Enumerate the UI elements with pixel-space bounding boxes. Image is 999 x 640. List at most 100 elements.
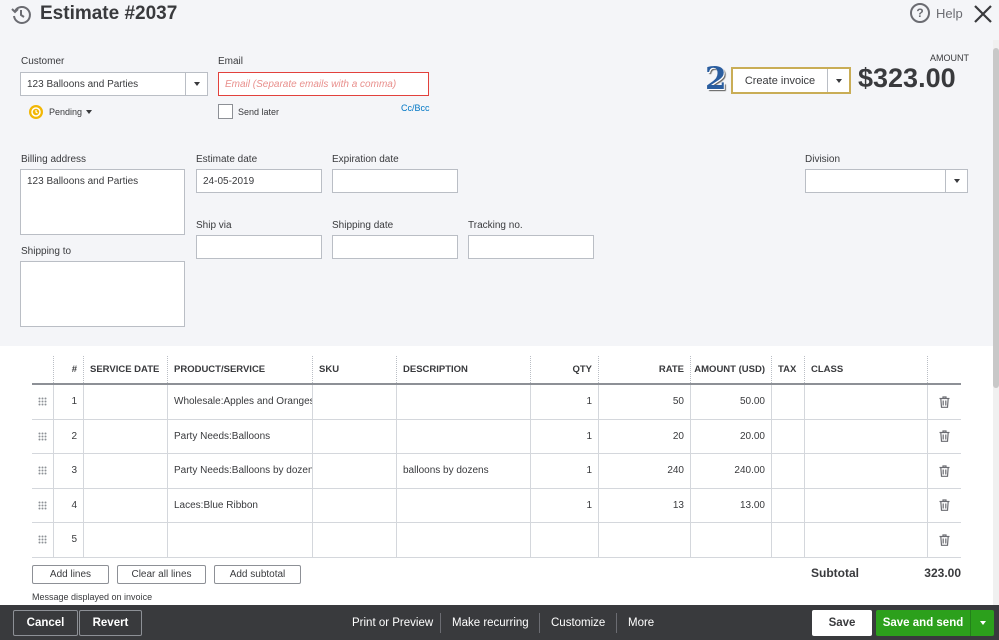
expiration-date-input[interactable] <box>332 169 458 193</box>
drag-handle-icon[interactable] <box>32 385 54 419</box>
cell-class[interactable] <box>805 523 928 557</box>
add-subtotal-button[interactable]: Add subtotal <box>214 565 301 584</box>
cell-description[interactable] <box>397 385 531 419</box>
cell-class[interactable] <box>805 419 928 453</box>
cell-sku[interactable] <box>313 523 397 557</box>
save-options-dropdown[interactable] <box>970 610 994 636</box>
cell-product[interactable]: Party Needs:Balloons <box>168 419 313 453</box>
cell-qty[interactable]: 1 <box>531 454 599 488</box>
cell-description[interactable]: balloons by dozens <box>397 454 531 488</box>
add-lines-button[interactable]: Add lines <box>32 565 109 584</box>
cell-class[interactable] <box>805 488 928 522</box>
drag-handle-icon[interactable] <box>32 523 54 557</box>
cell-product[interactable]: Party Needs:Balloons by dozens <box>168 454 313 488</box>
estimate-date-input[interactable]: 24-05-2019 <box>196 169 322 193</box>
cell-sku[interactable] <box>313 419 397 453</box>
cell-class[interactable] <box>805 385 928 419</box>
cell-tax[interactable] <box>772 419 805 453</box>
delete-line-icon[interactable] <box>928 523 961 557</box>
cancel-button[interactable]: Cancel <box>13 610 78 636</box>
cell-amount[interactable]: 20.00 <box>691 419 772 453</box>
cell-service-date[interactable] <box>84 385 168 419</box>
cell-class[interactable] <box>805 454 928 488</box>
cell-product[interactable]: Laces:Blue Ribbon <box>168 488 313 522</box>
footer-toolbar: Cancel Revert Print or Preview Make recu… <box>0 605 999 640</box>
more-link[interactable]: More <box>628 610 654 636</box>
help-icon: ? <box>910 3 930 23</box>
ccbcc-link[interactable]: Cc/Bcc <box>401 103 430 113</box>
cell-rate[interactable]: 240 <box>599 454 691 488</box>
cell-tax[interactable] <box>772 385 805 419</box>
chevron-down-icon[interactable] <box>945 170 967 192</box>
customer-select[interactable]: 123 Balloons and Parties <box>20 72 208 96</box>
save-and-send-button[interactable]: Save and send <box>876 610 970 636</box>
delete-line-icon[interactable] <box>928 489 961 523</box>
cell-amount[interactable]: 240.00 <box>691 454 772 488</box>
cell-qty[interactable]: 1 <box>531 419 599 453</box>
tracking-no-input[interactable] <box>468 235 594 259</box>
pending-status-icon <box>29 105 43 119</box>
billing-address-input[interactable]: 123 Balloons and Parties <box>20 169 185 235</box>
shipping-to-label: Shipping to <box>21 246 72 257</box>
ship-via-input[interactable] <box>196 235 322 259</box>
cell-description[interactable] <box>397 488 531 522</box>
cell-tax[interactable] <box>772 488 805 522</box>
cell-amount[interactable]: 50.00 <box>691 385 772 419</box>
cell-sku[interactable] <box>313 488 397 522</box>
save-button[interactable]: Save <box>812 610 872 636</box>
cell-qty[interactable] <box>531 523 599 557</box>
cell-product[interactable]: Wholesale:Apples and Oranges <box>168 385 313 419</box>
division-select[interactable] <box>805 169 968 193</box>
table-row[interactable]: 2 Party Needs:Balloons 1 20 20.00 <box>32 419 961 454</box>
delete-line-icon[interactable] <box>928 454 961 488</box>
page-title: Estimate #2037 <box>40 3 178 24</box>
cell-description[interactable] <box>397 523 531 557</box>
send-later-checkbox[interactable] <box>218 104 233 119</box>
cell-service-date[interactable] <box>84 419 168 453</box>
close-icon[interactable] <box>972 3 994 25</box>
drag-handle-icon[interactable] <box>32 488 54 522</box>
cell-rate[interactable]: 50 <box>599 385 691 419</box>
print-preview-link[interactable]: Print or Preview <box>352 610 433 636</box>
revert-button[interactable]: Revert <box>79 610 142 636</box>
table-row[interactable]: 4 Laces:Blue Ribbon 1 13 13.00 <box>32 488 961 523</box>
scrollbar[interactable] <box>993 40 999 605</box>
delete-line-icon[interactable] <box>928 385 961 419</box>
make-recurring-link[interactable]: Make recurring <box>452 610 529 636</box>
cell-sku[interactable] <box>313 454 397 488</box>
cell-amount[interactable]: 13.00 <box>691 488 772 522</box>
cell-rate[interactable] <box>599 523 691 557</box>
chevron-down-icon[interactable] <box>185 73 207 95</box>
create-invoice-button[interactable]: Create invoice <box>731 67 851 94</box>
cell-qty[interactable]: 1 <box>531 488 599 522</box>
help-button[interactable]: ? Help <box>910 3 963 23</box>
drag-handle-icon[interactable] <box>32 419 54 453</box>
cell-rate[interactable]: 20 <box>599 419 691 453</box>
table-row[interactable]: 3 Party Needs:Balloons by dozens balloons … <box>32 454 961 489</box>
customize-link[interactable]: Customize <box>551 610 605 636</box>
cell-sku[interactable] <box>313 385 397 419</box>
drag-handle-icon[interactable] <box>32 454 54 488</box>
cell-description[interactable] <box>397 419 531 453</box>
recent-transactions-icon[interactable] <box>10 4 32 26</box>
header-tax: TAX <box>772 356 805 383</box>
cell-qty[interactable]: 1 <box>531 385 599 419</box>
scrollbar-thumb[interactable] <box>993 48 999 388</box>
clear-all-lines-button[interactable]: Clear all lines <box>117 565 206 584</box>
estimate-status-dropdown[interactable]: Pending <box>28 104 93 120</box>
shipping-date-input[interactable] <box>332 235 458 259</box>
chevron-down-icon[interactable] <box>827 69 849 92</box>
cell-rate[interactable]: 13 <box>599 488 691 522</box>
cell-service-date[interactable] <box>84 523 168 557</box>
email-input[interactable]: Email (Separate emails with a comma) <box>218 72 429 96</box>
cell-tax[interactable] <box>772 523 805 557</box>
shipping-to-input[interactable] <box>20 261 185 327</box>
delete-line-icon[interactable] <box>928 420 961 454</box>
cell-service-date[interactable] <box>84 488 168 522</box>
cell-service-date[interactable] <box>84 454 168 488</box>
table-row[interactable]: 5 <box>32 523 961 558</box>
table-row[interactable]: 1 Wholesale:Apples and Oranges 1 50 50.00 <box>32 385 961 420</box>
cell-tax[interactable] <box>772 454 805 488</box>
cell-amount[interactable] <box>691 523 772 557</box>
cell-product[interactable] <box>168 523 313 557</box>
